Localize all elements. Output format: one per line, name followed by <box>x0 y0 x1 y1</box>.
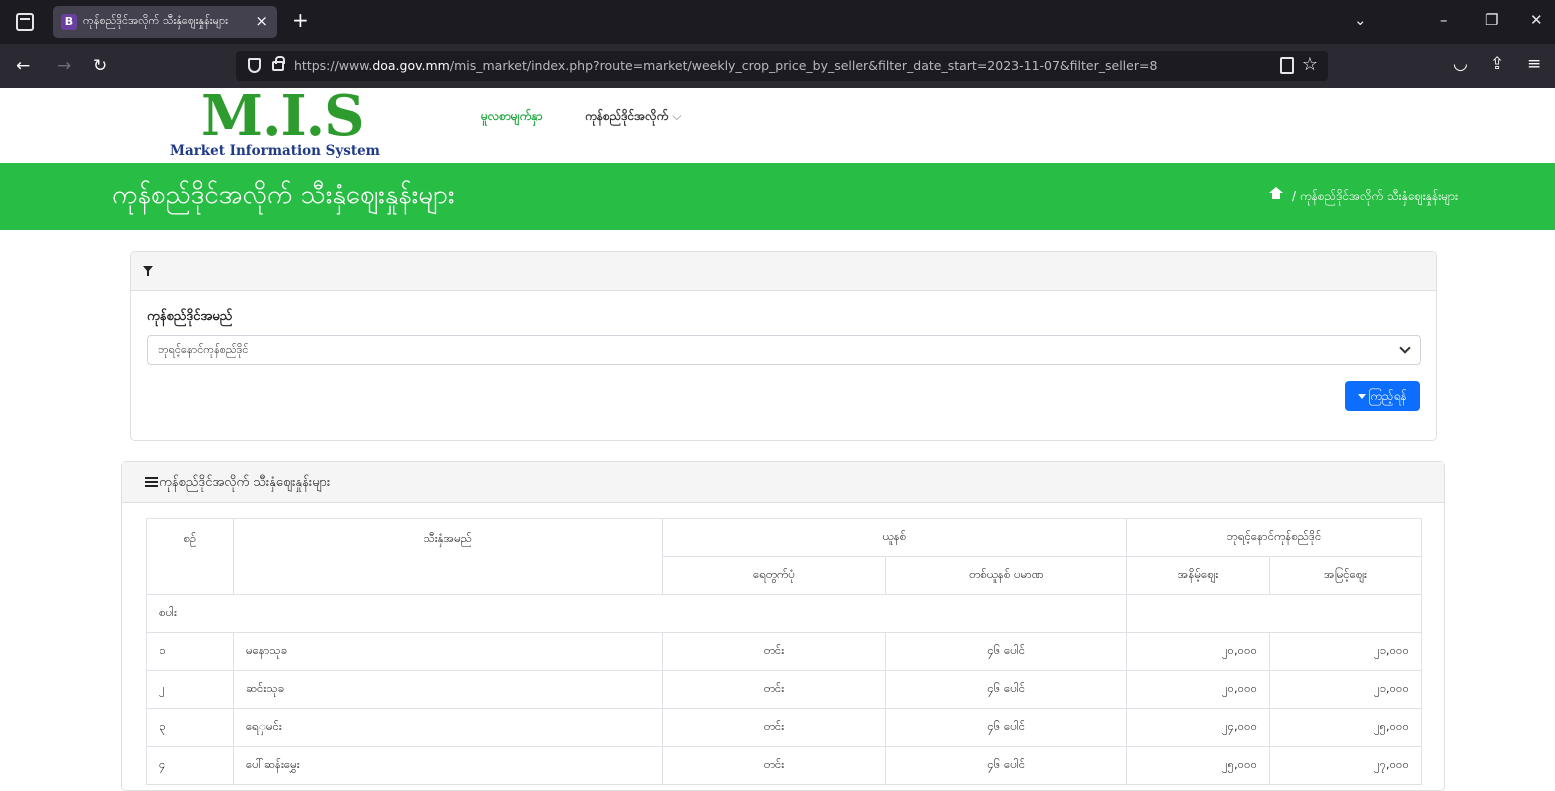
cell-max-price: ၂၅,၀၀၀ <box>1269 708 1422 747</box>
table-row: ၂ ဆင်းသုခ တင်း ၄၆ ပေါင် ၂၀,၀၀၀ ၂၁,၀၀၀ <box>146 670 1422 709</box>
pocket-icon[interactable]: ◡ <box>1453 54 1468 74</box>
browser-tab[interactable]: B ကုန်စည်ဒိုင်အလိုက် သီးနှံဈေးနှုန်းများ… <box>53 6 277 38</box>
cell-max-price: ၂၇,၀၀၀ <box>1269 746 1422 785</box>
forward-icon[interactable]: → <box>57 56 71 76</box>
site-header: M.I.S Market Information System မူလစာမျက… <box>0 86 1555 163</box>
cell-crop: ပေါ်ဆန်းမွှေး <box>232 746 663 785</box>
chevron-down-icon[interactable]: ⌄ <box>1354 11 1367 29</box>
category-empty-cell <box>1126 594 1422 633</box>
home-icon[interactable] <box>1269 187 1284 200</box>
cell-min-price: ၂၅,၀၀၀ <box>1126 746 1271 785</box>
bookmark-star-icon[interactable]: ☆ <box>1302 54 1318 75</box>
table-header-row: စဉ် သီးနှံအမည် ယူနစ် ဘုရင့်နောင်ကုန်စည်ဒ… <box>146 518 1422 595</box>
tab-title: ကုန်စည်ဒိုင်အလိုက် သီးနှံဈေးနှုန်းများ <box>83 14 228 27</box>
filter-card: ကုန်စည်ဒိုင်အမည် ဘုရင့်နောင်ကုန်စည်ဒိုင်… <box>130 251 1437 441</box>
breadcrumb-separator: / <box>1292 189 1300 203</box>
col-header-crop: သီးနှံအမည် <box>232 518 663 595</box>
reader-view-icon[interactable] <box>1280 57 1294 74</box>
market-name-label: ကုန်စည်ဒိုင်အမည် <box>147 309 233 324</box>
category-row: စပါး <box>145 594 1422 633</box>
chevron-down-icon <box>1399 342 1411 354</box>
tab-favicon-icon: B <box>61 14 77 30</box>
page-banner: ကုန်စည်ဒိုင်အလိုက် သီးနှံဈေးနှုန်းများ /… <box>0 163 1555 230</box>
breadcrumb-current: ကုန်စည်ဒိုင်အလိုက် သီးနှံဈေးနှုန်းများ <box>1299 189 1458 203</box>
cell-measure: ၄၆ ပေါင် <box>885 632 1128 671</box>
minimize-icon[interactable]: – <box>1440 11 1448 29</box>
cell-measure: ၄၆ ပေါင် <box>885 708 1128 747</box>
view-button-label: ကြည့်ရန် <box>1368 389 1407 403</box>
filter-icon <box>143 266 153 276</box>
col-header-max-price: အမြင့်ဈေး <box>1269 556 1422 595</box>
cell-min-price: ၂၀,၀၀၀ <box>1126 670 1271 709</box>
cell-crop: ရေှမင်း <box>232 708 663 747</box>
tab-list-icon[interactable] <box>16 13 34 31</box>
url-text[interactable]: https://www.doa.gov.mm/mis_market/index.… <box>294 58 1157 73</box>
cell-no: ၄ <box>146 746 234 785</box>
nav-dropdown-label: ကုန်စည်ဒိုင်အလိုက် <box>585 109 669 123</box>
price-table-card: ကုန်စည်ဒိုင်အလိုက် သီးနှံဈေးနှုန်းများ စ… <box>121 461 1445 791</box>
cell-crop: ဆင်းသုခ <box>232 670 663 709</box>
cell-unit: တင်း <box>661 746 887 785</box>
cell-min-price: ၂၄,၀၀၀ <box>1126 708 1271 747</box>
cell-crop: မနောသုခ <box>232 632 663 671</box>
browser-tab-bar: B ကုန်စည်ဒိုင်အလိုက် သီးနှံဈေးနှုန်းများ… <box>0 0 1555 44</box>
view-button[interactable]: ကြည့်ရန် <box>1345 381 1420 411</box>
category-label: စပါး <box>145 594 1128 633</box>
list-icon <box>145 477 158 488</box>
nav-dropdown-by-market[interactable]: ကုန်စည်ဒိုင်အလိုက် ⌵ <box>585 108 682 126</box>
chevron-down-icon: ⌵ <box>672 109 682 123</box>
cell-no: ၃ <box>146 708 234 747</box>
col-header-market-group: ဘုရင့်နောင်ကုန်စည်ဒိုင် <box>1126 518 1422 557</box>
filter-card-header <box>131 252 1436 291</box>
price-table-card-header: ကုန်စည်ဒိုင်အလိုက် သီးနှံဈေးနှုန်းများ <box>122 462 1444 503</box>
nav-link-home[interactable]: မူလစာမျက်နှာ <box>481 108 542 126</box>
close-window-icon[interactable]: ✕ <box>1530 11 1543 29</box>
table-row: ၄ ပေါ်ဆန်းမွှေး တင်း ၄၆ ပေါင် ၂၅,၀၀၀ ၂၇,… <box>146 746 1422 785</box>
extensions-icon[interactable]: ⇪ <box>1490 54 1504 74</box>
site-logo[interactable]: M.I.S <box>201 86 365 146</box>
reload-icon[interactable]: ↻ <box>93 56 107 76</box>
cell-unit: တင်း <box>661 708 887 747</box>
url-bar[interactable]: https://www.doa.gov.mm/mis_market/index.… <box>236 51 1328 81</box>
price-table-title: ကုန်စည်ဒိုင်အလိုက် သီးနှံဈေးနှုန်းများ <box>159 475 331 490</box>
col-header-no: စဉ် <box>146 518 234 595</box>
restore-icon[interactable]: ❐ <box>1485 11 1498 29</box>
menu-icon[interactable]: ≡ <box>1527 54 1541 74</box>
browser-nav-bar: ← → ↻ https://www.doa.gov.mm/mis_market/… <box>0 44 1555 88</box>
col-header-min-price: အနိမ့်ဈေး <box>1126 556 1271 595</box>
col-header-unit-group: ယူနစ် <box>661 518 1128 557</box>
market-select-value: ဘုရင့်နောင်ကုန်စည်ဒိုင် <box>158 343 249 356</box>
back-icon[interactable]: ← <box>16 56 30 76</box>
col-header-unit-type: ရေတွက်ပုံ <box>661 556 887 595</box>
cell-no: ၂ <box>146 670 234 709</box>
filter-icon <box>1358 394 1367 399</box>
cell-unit: တင်း <box>661 670 887 709</box>
page-title: ကုန်စည်ဒိုင်အလိုက် သီးနှံဈေးနှုန်းများ <box>112 180 455 210</box>
cell-min-price: ၂၀,၀၀၀ <box>1126 632 1271 671</box>
site-logo-subtitle: Market Information System <box>170 143 380 159</box>
tab-close-icon[interactable]: × <box>255 12 268 30</box>
breadcrumb: / ကုန်စည်ဒိုင်အလိုက် သီးနှံဈေးနှုန်းများ <box>1269 187 1458 206</box>
price-table: စဉ် သီးနှံအမည် ယူနစ် ဘုရင့်နောင်ကုန်စည်ဒ… <box>145 518 1422 785</box>
cell-max-price: ၂၁,၀၀၀ <box>1269 670 1422 709</box>
table-row: ၃ ရေှမင်း တင်း ၄၆ ပေါင် ၂၄,၀၀၀ ၂၅,၀၀၀ <box>146 708 1422 747</box>
tracking-shield-icon[interactable] <box>248 58 261 73</box>
market-select[interactable]: ဘုရင့်နောင်ကုန်စည်ဒိုင် <box>147 335 1421 365</box>
lock-icon[interactable] <box>272 56 285 71</box>
col-header-unit-measure: တစ်ယူနစ် ပမာဏ <box>885 556 1128 595</box>
cell-max-price: ၂၁,၀၀၀ <box>1269 632 1422 671</box>
table-row: ၁ မနောသုခ တင်း ၄၆ ပေါင် ၂၀,၀၀၀ ၂၁,၀၀၀ <box>146 632 1422 671</box>
new-tab-icon[interactable]: + <box>292 8 309 32</box>
cell-unit: တင်း <box>661 632 887 671</box>
cell-no: ၁ <box>146 632 234 671</box>
cell-measure: ၄၆ ပေါင် <box>885 746 1128 785</box>
cell-measure: ၄၆ ပေါင် <box>885 670 1128 709</box>
